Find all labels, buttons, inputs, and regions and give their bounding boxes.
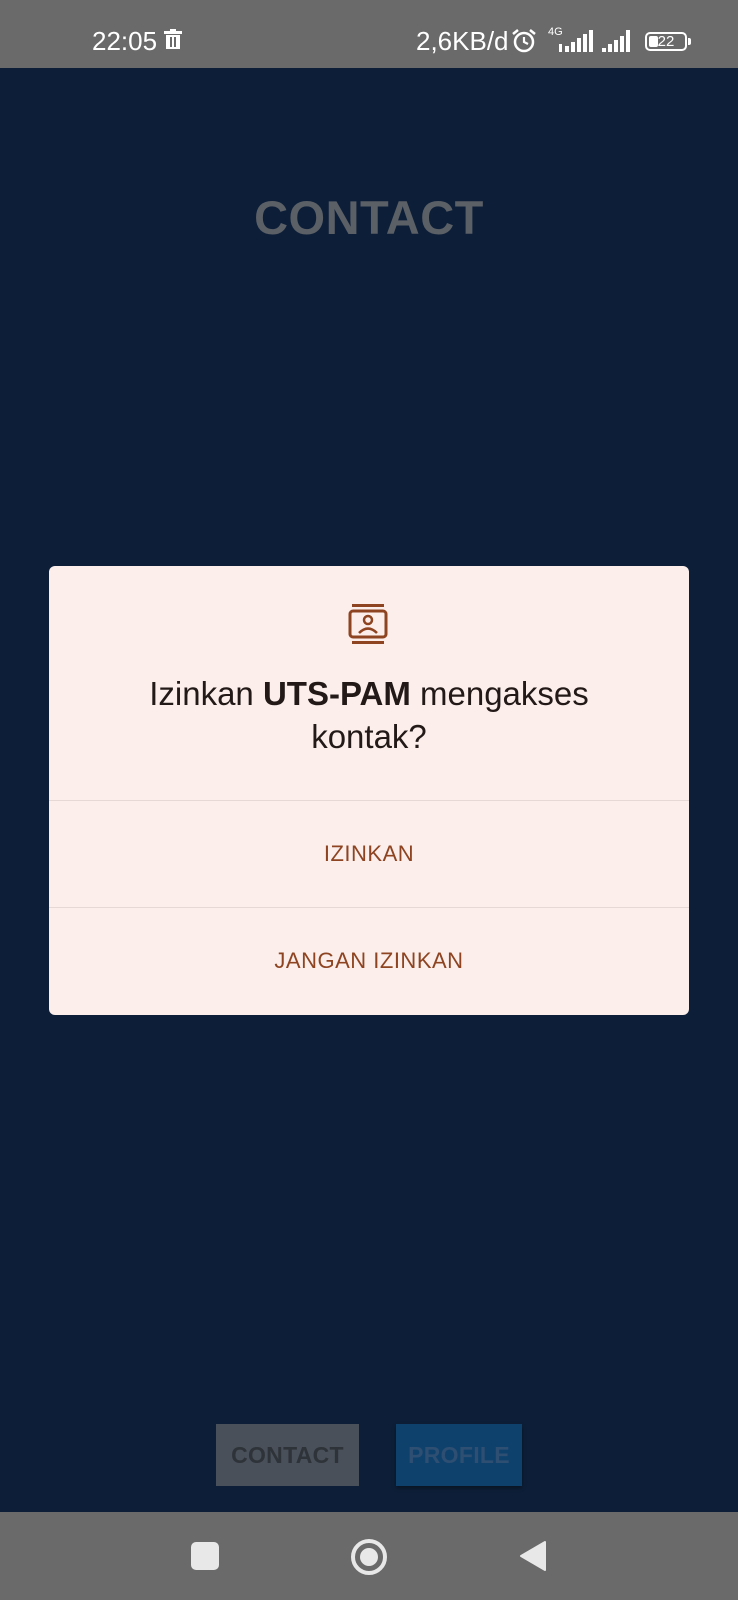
alarm-icon <box>511 28 537 59</box>
recent-apps-icon[interactable] <box>191 1542 219 1570</box>
allow-button[interactable]: IZINKAN <box>49 801 689 907</box>
data-speed: 2,6KB/d <box>416 26 509 56</box>
signal-icon-2 <box>602 30 634 57</box>
permission-dialog: Izinkan UTS-PAM mengakses kontak? IZINKA… <box>49 566 689 1015</box>
home-icon[interactable] <box>350 1538 388 1581</box>
contacts-icon <box>348 604 388 649</box>
signal-icon <box>559 30 593 57</box>
message-prefix: Izinkan <box>149 675 263 712</box>
trash-icon <box>164 29 182 54</box>
battery-nub <box>688 38 691 45</box>
navigation-bar <box>0 1512 738 1600</box>
page-title: CONTACT <box>254 191 484 244</box>
contact-button[interactable]: CONTACT <box>216 1424 359 1486</box>
status-time: 22:05 <box>92 26 158 56</box>
permission-message: Izinkan UTS-PAM mengakses kontak? <box>89 672 649 758</box>
profile-button[interactable]: PROFILE <box>396 1424 522 1486</box>
deny-button[interactable]: JANGAN IZINKAN <box>49 908 689 1014</box>
battery-level: 22 <box>657 33 675 50</box>
app-name: UTS-PAM <box>262 675 411 712</box>
status-bar: 22:05 2,6KB/d 4G 22 <box>0 0 738 68</box>
back-icon[interactable] <box>519 1540 547 1577</box>
battery-icon: 22 <box>645 32 687 51</box>
